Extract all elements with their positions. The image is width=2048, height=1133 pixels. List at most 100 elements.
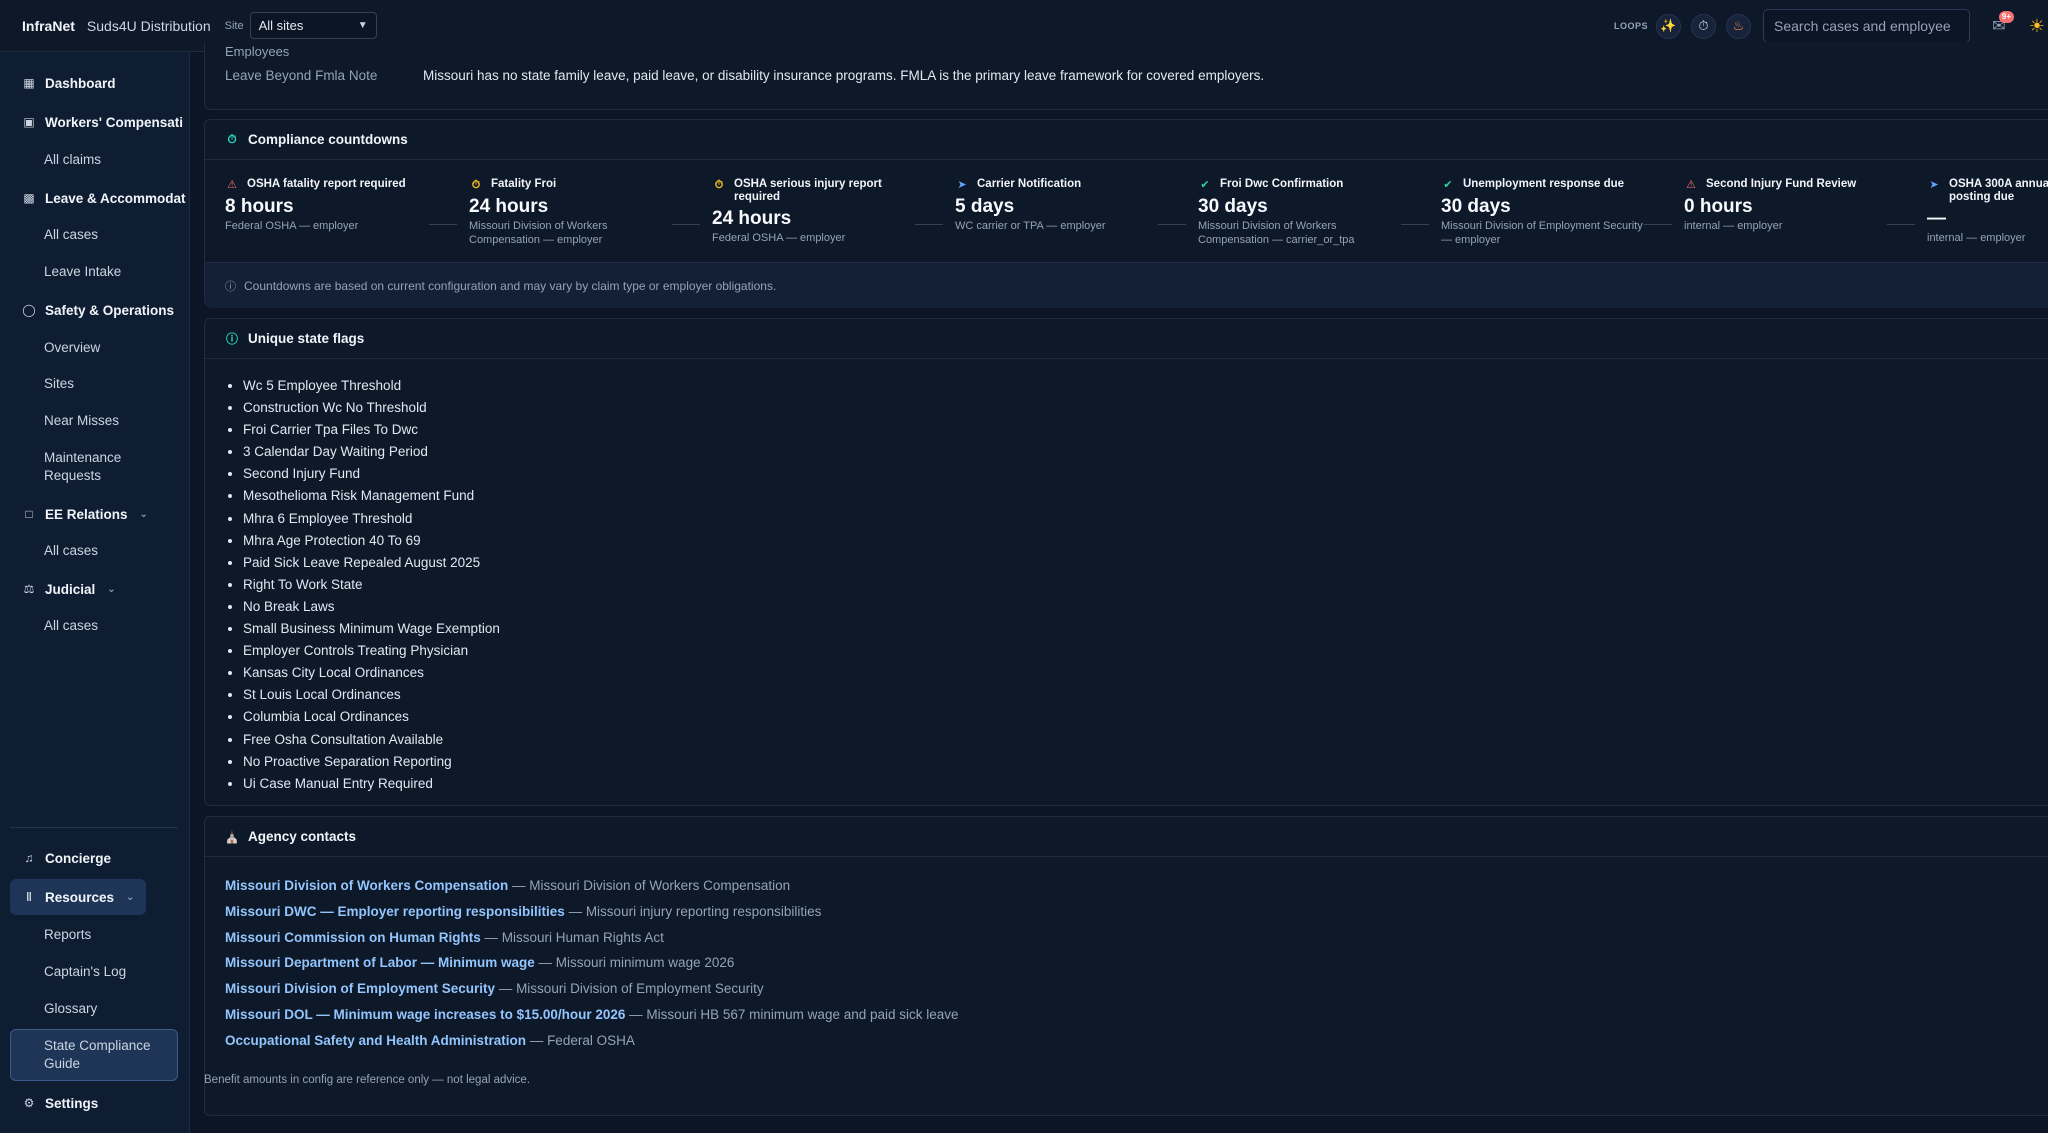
contact-link[interactable]: Missouri DWC — Employer reporting respon… bbox=[225, 904, 565, 919]
footer-text: Countdowns are based on current configur… bbox=[244, 278, 777, 293]
info-icon: ⓘ bbox=[225, 280, 236, 293]
contact-link[interactable]: Missouri Division of Workers Compensatio… bbox=[225, 878, 508, 893]
countdown-separator bbox=[429, 224, 457, 225]
stopwatch-icon[interactable]: ⏱ bbox=[1691, 13, 1716, 39]
sidebar-item-judicial[interactable]: ⚖ Judicial ⌄ bbox=[0, 579, 189, 599]
countdown-title-row: ✔ Froi Dwc Confirmation bbox=[1198, 178, 1406, 192]
sidebar-item-settings[interactable]: ⚙ Settings bbox=[0, 1093, 189, 1113]
sidebar-item-state-compliance-guide[interactable]: State Compliance Guide bbox=[44, 1037, 151, 1073]
sidebar-item-maintenance-requests[interactable]: Maintenance Requests bbox=[44, 449, 121, 485]
sidebar-item-label: EE Relations bbox=[45, 506, 128, 522]
timer-icon: ⏱ bbox=[471, 178, 481, 191]
countdown-subtitle: WC carrier or TPA — employer bbox=[955, 220, 1106, 232]
list-item: Mesothelioma Risk Management Fund bbox=[243, 485, 500, 507]
sidebar-item-safety-sites[interactable]: Sites bbox=[44, 375, 74, 393]
contact-row: Missouri Department of Labor — Minimum w… bbox=[225, 950, 959, 976]
site-select[interactable]: All sites ▼ bbox=[249, 12, 377, 39]
bell-icon: ♫ bbox=[24, 851, 34, 865]
countdown-item: ➤ Carrier Notification 5 days WC carrier or… bbox=[955, 178, 1163, 233]
countdown-separator bbox=[1158, 224, 1186, 225]
leave-details-card: Employees Leave Beyond Fmla Note Missour… bbox=[204, 42, 2048, 110]
list-item: Paid Sick Leave Repealed August 2025 bbox=[243, 552, 500, 574]
countdown-title-row: ⚠ Second Injury Fund Review bbox=[1684, 178, 1892, 192]
list-item: Employer Controls Treating Physician bbox=[243, 640, 500, 662]
contact-row: Missouri Division of Employment Security… bbox=[225, 976, 959, 1002]
countdown-item: ⚠ OSHA fatality report required 8 hours Fed… bbox=[225, 178, 433, 233]
sparkle-icon[interactable]: ✨ bbox=[1656, 13, 1681, 39]
grid-icon: ▦ bbox=[23, 76, 35, 90]
alert-triangle-icon: ⚠ bbox=[227, 178, 237, 191]
countdown-item: ⏱ Fatality Froi 24 hours Missouri Division … bbox=[469, 178, 677, 247]
countdown-subtitle: Missouri Division of Employment Security… bbox=[1441, 220, 1643, 246]
flame-icon[interactable]: ♨ bbox=[1726, 13, 1751, 39]
sidebar-item-ee-relations[interactable]: □ EE Relations ⌄ bbox=[0, 504, 189, 524]
timer-icon: ⏱ bbox=[714, 178, 724, 191]
sidebar-item-captains-log[interactable]: Captain's Log bbox=[44, 963, 126, 981]
loops-label: LOOPS bbox=[1613, 21, 1648, 31]
contact-description: — Missouri Division of Employment Securi… bbox=[495, 981, 764, 997]
shield-icon: ◯ bbox=[22, 303, 36, 317]
card-header: ⛪ Agency contacts bbox=[205, 817, 2048, 857]
sidebar-item-resources[interactable]: ‖ Resources ⌄ bbox=[0, 887, 189, 907]
contact-link[interactable]: Occupational Safety and Health Administr… bbox=[225, 1033, 526, 1048]
countdown-separator bbox=[1401, 224, 1429, 225]
agency-contacts-card: ⛪ Agency contacts Missouri Division of W… bbox=[204, 816, 2048, 1116]
contact-row: Missouri DWC — Employer reporting respon… bbox=[225, 899, 959, 925]
contact-link[interactable]: Missouri Department of Labor — Minimum w… bbox=[225, 955, 535, 970]
send-icon: ➤ bbox=[957, 178, 967, 191]
sidebar-item-ee-all-cases[interactable]: All cases bbox=[44, 542, 98, 560]
list-item: Wc 5 Employee Threshold bbox=[243, 375, 500, 397]
countdown-title-row: ⏱ Fatality Froi bbox=[469, 178, 677, 192]
theme-toggle-sun-icon[interactable]: ☀ bbox=[2022, 11, 2048, 41]
countdown-title-row: ⏱ OSHA serious injury report required bbox=[712, 178, 920, 204]
card-header: ⓘ Unique state flags bbox=[205, 319, 2048, 359]
sidebar-item-label: State Compliance bbox=[44, 1038, 151, 1053]
sidebar-item-leave-intake[interactable]: Leave Intake bbox=[44, 263, 121, 281]
sidebar-item-workers-comp[interactable]: ▣ Workers' Compensati bbox=[0, 112, 189, 132]
sidebar-item-leave-all-cases[interactable]: All cases bbox=[44, 226, 98, 244]
sidebar-item-glossary[interactable]: Glossary bbox=[44, 1000, 97, 1018]
sidebar-item-reports[interactable]: Reports bbox=[44, 926, 91, 944]
sidebar-item-dashboard[interactable]: ▦ Dashboard bbox=[0, 73, 189, 93]
list-item: No Proactive Separation Reporting bbox=[243, 751, 500, 773]
countdown-title-row: ➤ OSHA 300A annual posting due bbox=[1927, 178, 2048, 204]
countdown-title: OSHA fatality report required bbox=[247, 178, 406, 190]
countdown-value: 8 hours bbox=[225, 196, 294, 217]
sidebar-item-leave[interactable]: ▩ Leave & Accommodat bbox=[0, 188, 189, 208]
list-item: Ui Case Manual Entry Required bbox=[243, 773, 500, 795]
notifications-button[interactable]: ✉ 9+ bbox=[1984, 11, 2014, 41]
list-item: 3 Calendar Day Waiting Period bbox=[243, 441, 500, 463]
calendar-icon: ▩ bbox=[23, 191, 35, 205]
countdown-separator bbox=[1887, 224, 1915, 225]
sidebar-item-judicial-all-cases[interactable]: All cases bbox=[44, 617, 98, 635]
sidebar-item-concierge[interactable]: ♫ Concierge bbox=[0, 848, 189, 868]
timer-icon: ⏱ bbox=[227, 132, 237, 146]
contact-row: Missouri Commission on Human Rights — Mi… bbox=[225, 925, 959, 951]
sidebar-item-wc-all-claims[interactable]: All claims bbox=[44, 151, 101, 169]
contact-description: — Missouri HB 567 minimum wage and paid … bbox=[625, 1006, 959, 1022]
countdown-item: ➤ OSHA 300A annual posting due — internal —… bbox=[1927, 178, 2048, 245]
chevron-down-icon: ⌄ bbox=[126, 891, 135, 903]
list-item: Small Business Minimum Wage Exemption bbox=[243, 618, 500, 640]
sidebar-item-near-misses[interactable]: Near Misses bbox=[44, 412, 119, 430]
alert-triangle-icon: ⚠ bbox=[1686, 178, 1696, 191]
countdown-title: Fatality Froi bbox=[491, 178, 557, 190]
check-circle-icon: ✔ bbox=[1443, 178, 1453, 191]
message-square-icon: □ bbox=[25, 507, 33, 521]
contact-link[interactable]: Missouri Division of Employment Security bbox=[225, 981, 495, 996]
countdown-title: Second Injury Fund Review bbox=[1706, 178, 1857, 190]
countdown-value: 30 days bbox=[1441, 196, 1511, 217]
countdown-row: ⚠ OSHA fatality report required 8 hours Fed… bbox=[205, 162, 2048, 262]
sidebar-item-safety-overview[interactable]: Overview bbox=[44, 339, 100, 357]
main-content: Employees Leave Beyond Fmla Note Missour… bbox=[190, 42, 2048, 1133]
list-item: Second Injury Fund bbox=[243, 463, 500, 485]
landmark-icon: ⛪ bbox=[224, 829, 240, 844]
sidebar-item-label: Workers' Compensati bbox=[45, 114, 183, 130]
sidebar-item-label: Safety & Operations bbox=[45, 302, 175, 318]
sidebar-item-safety[interactable]: ◯ Safety & Operations bbox=[0, 300, 189, 320]
brand-logo[interactable]: InfraNet bbox=[22, 18, 75, 34]
contact-link[interactable]: Missouri Commission on Human Rights bbox=[225, 930, 481, 945]
search-input[interactable]: Search cases and employee bbox=[1763, 9, 1970, 43]
scale-icon: ⚖ bbox=[23, 582, 35, 596]
contact-link[interactable]: Missouri DOL — Minimum wage increases to… bbox=[225, 1007, 625, 1022]
